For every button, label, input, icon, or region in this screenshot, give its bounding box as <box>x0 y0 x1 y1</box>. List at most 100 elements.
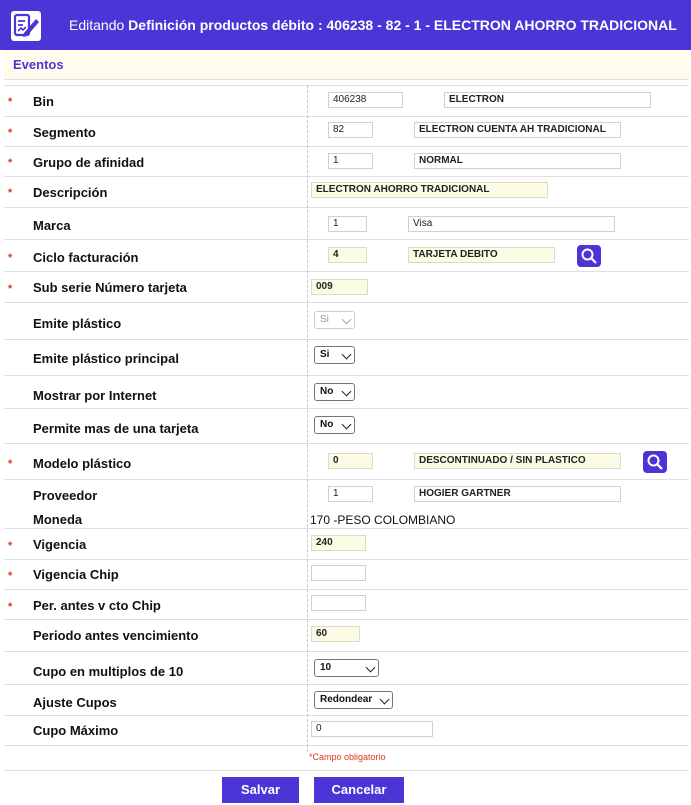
section-eventos[interactable]: Eventos <box>4 50 689 80</box>
grupo-label: Grupo de afinidad <box>33 155 145 170</box>
modelo-desc-field: DESCONTINUADO / SIN PLASTICO <box>414 453 621 469</box>
chevron-down-icon <box>341 314 352 325</box>
chevron-down-icon <box>379 694 390 705</box>
emite-plastico-select: Si <box>314 311 355 329</box>
row-divider <box>4 146 689 147</box>
required-marker: * <box>8 252 13 264</box>
descripcion-field[interactable]: ELECTRON AHORRO TRADICIONAL <box>311 182 548 198</box>
required-marker: * <box>8 601 13 613</box>
emite-plastico-label: Emite plástico <box>33 316 122 331</box>
row-divider <box>4 619 689 620</box>
grupo-code-field[interactable]: 1 <box>328 153 373 169</box>
subserie-label: Sub serie Número tarjeta <box>33 280 187 295</box>
periodo-antes-field[interactable]: 60 <box>311 626 360 642</box>
marca-desc-field: Visa <box>408 216 615 232</box>
row-divider <box>4 589 689 590</box>
row-divider <box>4 715 689 716</box>
ciclo-label: Ciclo facturación <box>33 250 139 265</box>
row-divider <box>4 528 689 529</box>
bin-code-field[interactable]: 406238 <box>328 92 403 108</box>
row-divider <box>4 85 689 86</box>
row-divider <box>4 239 689 240</box>
vigencia-field[interactable]: 240 <box>311 535 366 551</box>
per-antes-field[interactable] <box>311 595 366 611</box>
search-icon <box>647 454 663 470</box>
subserie-field[interactable]: 009 <box>311 279 368 295</box>
chevron-down-icon <box>365 662 376 673</box>
row-divider <box>4 559 689 560</box>
ciclo-desc-field: TARJETA DEBITO <box>408 247 555 263</box>
chevron-down-icon <box>341 349 352 360</box>
ciclo-search-button[interactable] <box>577 245 601 267</box>
proveedor-code-field[interactable]: 1 <box>328 486 373 502</box>
required-marker: * <box>8 570 13 582</box>
emite-principal-label: Emite plástico principal <box>33 351 179 366</box>
proveedor-label: Proveedor <box>33 488 98 503</box>
grupo-desc-field: NORMAL <box>414 153 621 169</box>
cupo-multiplos-label: Cupo en multiplos de 10 <box>33 664 184 679</box>
modelo-code-field[interactable]: 0 <box>328 453 373 469</box>
ajuste-cupos-label: Ajuste Cupos <box>33 695 117 710</box>
column-divider <box>307 85 308 752</box>
ciclo-code-field[interactable]: 4 <box>328 247 367 263</box>
row-divider <box>4 684 689 685</box>
required-marker: * <box>8 96 13 108</box>
row-divider <box>4 443 689 444</box>
row-divider <box>4 408 689 409</box>
cancel-button[interactable]: Cancelar <box>314 777 404 803</box>
required-marker: * <box>8 540 13 552</box>
mostrar-internet-select[interactable]: No <box>314 383 355 401</box>
row-divider <box>4 770 689 771</box>
moneda-value: 170 -PESO COLOMBIANO <box>310 513 456 527</box>
vigencia-label: Vigencia <box>33 537 87 552</box>
row-divider <box>4 116 689 117</box>
required-note: *Campo obligatorio <box>309 752 386 762</box>
save-button[interactable]: Salvar <box>222 777 299 803</box>
vigencia-chip-field[interactable] <box>311 565 366 581</box>
page-header: Editando Definición productos débito : 4… <box>0 0 691 50</box>
ajuste-cupos-select[interactable]: Redondear <box>314 691 393 709</box>
marca-label: Marca <box>33 218 71 233</box>
permite-mas-label: Permite mas de una tarjeta <box>33 421 199 436</box>
edit-document-icon <box>11 11 41 41</box>
required-marker: * <box>8 157 13 169</box>
chevron-down-icon <box>341 386 352 397</box>
section-label: Eventos <box>13 57 64 72</box>
chevron-down-icon <box>341 419 352 430</box>
row-divider <box>4 375 689 376</box>
row-divider <box>4 745 689 746</box>
bin-desc-field: ELECTRON <box>444 92 651 108</box>
emite-principal-select[interactable]: Si <box>314 346 355 364</box>
row-divider <box>4 271 689 272</box>
cupo-multiplos-select[interactable]: 10 <box>314 659 379 677</box>
row-divider <box>4 176 689 177</box>
per-antes-label: Per. antes v cto Chip <box>33 598 161 613</box>
marca-code-field[interactable]: 1 <box>328 216 367 232</box>
row-divider <box>4 207 689 208</box>
row-divider <box>4 651 689 652</box>
required-marker: * <box>8 127 13 139</box>
modelo-search-button[interactable] <box>643 451 667 473</box>
permite-mas-select[interactable]: No <box>314 416 355 434</box>
cupo-maximo-field[interactable]: 0 <box>311 721 433 737</box>
required-marker: * <box>8 283 13 295</box>
segmento-desc-field: ELECTRON CUENTA AH TRADICIONAL <box>414 122 621 138</box>
search-icon <box>581 248 597 264</box>
mostrar-internet-label: Mostrar por Internet <box>33 388 157 403</box>
proveedor-desc-field: HOGIER GARTNER <box>414 486 621 502</box>
row-divider <box>4 302 689 303</box>
modelo-label: Modelo plástico <box>33 456 132 471</box>
row-divider <box>4 479 689 480</box>
periodo-antes-label: Periodo antes vencimiento <box>33 628 199 643</box>
segmento-label: Segmento <box>33 125 96 140</box>
required-marker: * <box>8 187 13 199</box>
moneda-label: Moneda <box>33 512 83 527</box>
bin-label: Bin <box>33 94 54 109</box>
required-marker: * <box>8 458 13 470</box>
descripcion-label: Descripción <box>33 185 108 200</box>
row-divider <box>4 339 689 340</box>
cupo-maximo-label: Cupo Máximo <box>33 723 119 738</box>
vigencia-chip-label: Vigencia Chip <box>33 567 119 582</box>
segmento-code-field[interactable]: 82 <box>328 122 373 138</box>
page-title: Editando Definición productos débito : 4… <box>69 17 677 33</box>
